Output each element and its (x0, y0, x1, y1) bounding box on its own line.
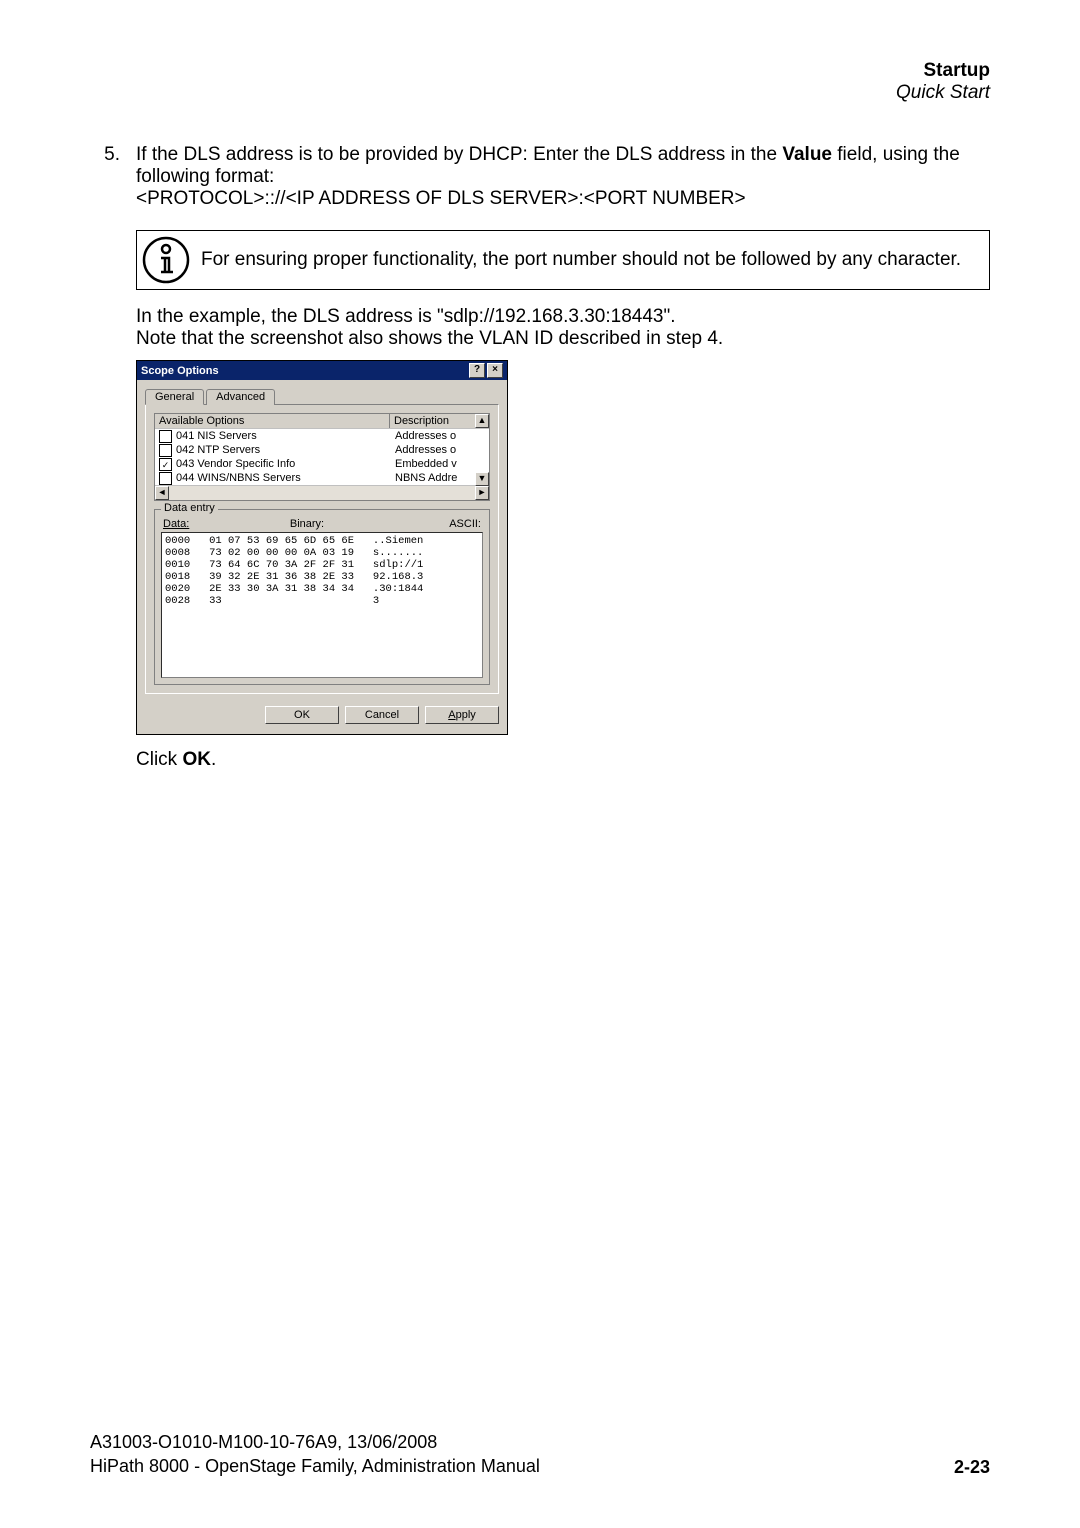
data-entry-group: Data entry Data: Binary: ASCII: 0000 01 … (154, 509, 490, 685)
group-label: Data entry (161, 502, 218, 514)
option-desc: Embedded v (395, 457, 485, 471)
page-number: 2-23 (954, 1457, 990, 1478)
tab-strip: General Advanced (145, 388, 499, 404)
tab-advanced[interactable]: Advanced (206, 389, 275, 405)
close-button[interactable]: × (487, 363, 503, 378)
click-suffix: . (211, 749, 216, 770)
binary-label: Binary: (211, 518, 403, 530)
click-bold: OK (182, 749, 211, 770)
option-name: 044 WINS/NBNS Servers (176, 471, 395, 485)
options-listbox[interactable]: ▲ ▼ Available Options Description▲ 041 N… (154, 413, 490, 501)
info-icon (141, 235, 191, 285)
apply-button[interactable]: Apply (425, 706, 499, 724)
checkbox[interactable] (159, 430, 172, 443)
cancel-button[interactable]: Cancel (345, 706, 419, 724)
page-header: Startup Quick Start (90, 60, 990, 104)
data-label: Data: (163, 518, 211, 530)
col-available-options[interactable]: Available Options (155, 414, 390, 428)
step-body: If the DLS address is to be provided by … (136, 144, 990, 210)
example-line1: In the example, the DLS address is "sdlp… (136, 306, 990, 328)
click-prefix: Click (136, 749, 182, 770)
page-footer: A31003-O1010-M100-10-76A9, 13/06/2008 Hi… (90, 1431, 990, 1478)
horizontal-scrollbar[interactable]: ◄ ► (155, 485, 489, 500)
ascii-label: ASCII: (403, 518, 481, 530)
checkbox[interactable] (159, 444, 172, 457)
option-desc: NBNS Addre (395, 471, 485, 485)
scroll-track[interactable] (169, 486, 475, 500)
option-desc: Addresses o (395, 443, 485, 457)
option-row[interactable]: ✓ 043 Vendor Specific Info Embedded v (155, 457, 489, 471)
example-line2: Note that the screenshot also shows the … (136, 328, 990, 350)
option-name: 041 NIS Servers (176, 429, 395, 443)
scroll-up-icon[interactable]: ▲ (475, 414, 489, 428)
footer-line2: HiPath 8000 - OpenStage Family, Administ… (90, 1455, 540, 1478)
note-text: For ensuring proper functionality, the p… (201, 249, 961, 271)
checkbox[interactable] (159, 472, 172, 485)
step-text-2: <PROTOCOL>::/​/<IP ADDRESS OF DLS SERVER… (136, 188, 990, 210)
click-ok-text: Click OK. (136, 749, 990, 771)
header-subtitle: Quick Start (90, 82, 990, 104)
scroll-right-icon[interactable]: ► (475, 486, 489, 500)
dialog-title: Scope Options (141, 365, 219, 377)
checkbox-checked[interactable]: ✓ (159, 458, 172, 471)
value-field-word: Value (782, 144, 832, 165)
option-row[interactable]: 044 WINS/NBNS Servers NBNS Addre (155, 471, 489, 485)
option-row[interactable]: 041 NIS Servers Addresses o (155, 429, 489, 443)
step-text-1a: If the DLS address is to be provided by … (136, 144, 782, 165)
option-row[interactable]: 042 NTP Servers Addresses o (155, 443, 489, 457)
hex-editor[interactable]: 0000 01 07 53 69 65 6D 65 6E ..Siemen 00… (161, 532, 483, 678)
option-desc: Addresses o (395, 429, 485, 443)
help-button[interactable]: ? (469, 363, 485, 378)
scroll-down-icon[interactable]: ▼ (475, 472, 489, 486)
dialog-titlebar: Scope Options ? × (137, 361, 507, 380)
option-name: 043 Vendor Specific Info (176, 457, 395, 471)
footer-line1: A31003-O1010-M100-10-76A9, 13/06/2008 (90, 1431, 540, 1454)
step-5: 5. If the DLS address is to be provided … (90, 144, 990, 210)
example-text: In the example, the DLS address is "sdlp… (136, 306, 990, 350)
header-title: Startup (90, 60, 990, 82)
note-box: For ensuring proper functionality, the p… (136, 230, 990, 290)
dialog-buttons: OK Cancel Apply (145, 706, 499, 724)
step-number: 5. (90, 144, 120, 210)
scope-options-dialog: Scope Options ? × General Advanced ▲ ▼ A… (136, 360, 508, 735)
tab-general[interactable]: General (145, 389, 204, 405)
option-name: 042 NTP Servers (176, 443, 395, 457)
scroll-left-icon[interactable]: ◄ (155, 486, 169, 500)
ok-button[interactable]: OK (265, 706, 339, 724)
